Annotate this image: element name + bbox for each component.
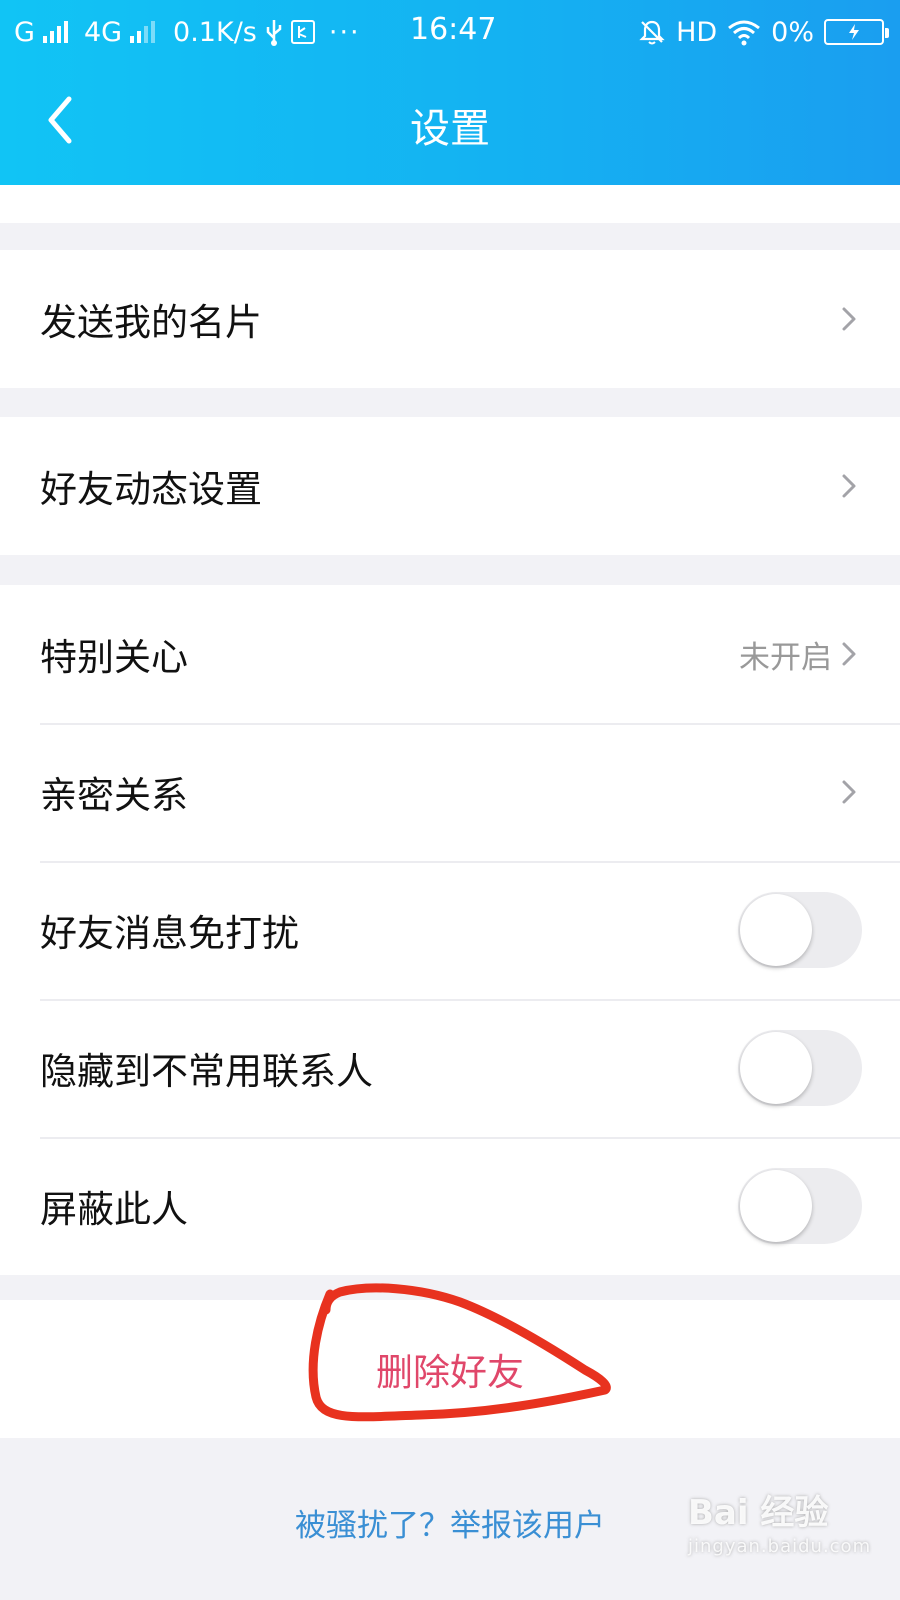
group-card: 发送我的名片 [0,250,900,388]
mute-label: 好友消息免打扰 [40,912,299,955]
block-toggle[interactable] [738,1168,862,1244]
intimacy-row[interactable]: 亲密关系 [0,723,900,861]
page-title: 设置 [410,106,490,152]
group-relation: 特别关心 未开启 亲密关系 好友消息免打扰 隐藏到不常用联系人 屏蔽此人 [0,585,900,1275]
hide-toggle[interactable] [738,1030,862,1106]
chevron-right-icon [842,780,856,804]
usb-debug-icon [290,20,315,44]
special-care-label: 特别关心 [40,636,188,679]
more-indicator: ··· [328,16,361,48]
feed-settings-row[interactable]: 好友动态设置 [0,417,900,555]
usb-icon [266,20,282,46]
send-card-label: 发送我的名片 [40,301,262,344]
hide-label: 隐藏到不常用联系人 [40,1050,373,1093]
hide-row: 隐藏到不常用联系人 [0,999,900,1137]
chevron-right-icon [842,474,856,498]
chevron-right-icon [842,642,856,666]
watermark-url: jingyan.baidu.com [688,1536,872,1557]
chevron-right-icon [842,307,856,331]
special-care-row[interactable]: 特别关心 未开启 [0,585,900,723]
baidu-watermark: Bai 经验 jingyan.baidu.com [688,1485,888,1580]
intimacy-label: 亲密关系 [40,774,188,817]
mute-toggle[interactable] [738,892,862,968]
alarm-off-icon [639,20,665,45]
mute-row: 好友消息免打扰 [0,861,900,999]
hd-label: HD [676,16,718,48]
header-bar: G 4G 0.1K/s ··· 16:47 HD 0% 设置 [0,0,900,185]
signal-icon [42,21,68,43]
wifi-icon [728,20,761,46]
signal-icon-2 [130,21,156,43]
group-feed: 好友动态设置 [0,417,900,555]
network-type: 4G [83,16,123,48]
block-label: 屏蔽此人 [40,1188,188,1231]
battery-icon [824,19,889,45]
battery-percent: 0% [771,16,814,48]
status-bar: G 4G 0.1K/s ··· 16:47 HD 0% [0,0,900,64]
watermark-brand: Bai 经验 [688,1493,829,1533]
block-row: 屏蔽此人 [0,1137,900,1275]
top-spacer [0,185,900,223]
special-care-status: 未开启 [739,639,832,676]
feed-settings-label: 好友动态设置 [40,468,262,511]
net-speed: 0.1K/s [173,16,257,48]
send-card-row[interactable]: 发送我的名片 [0,250,900,388]
annotation-circle [308,1283,611,1422]
carrier-label: G [14,16,35,48]
clock: 16:47 [410,12,497,47]
